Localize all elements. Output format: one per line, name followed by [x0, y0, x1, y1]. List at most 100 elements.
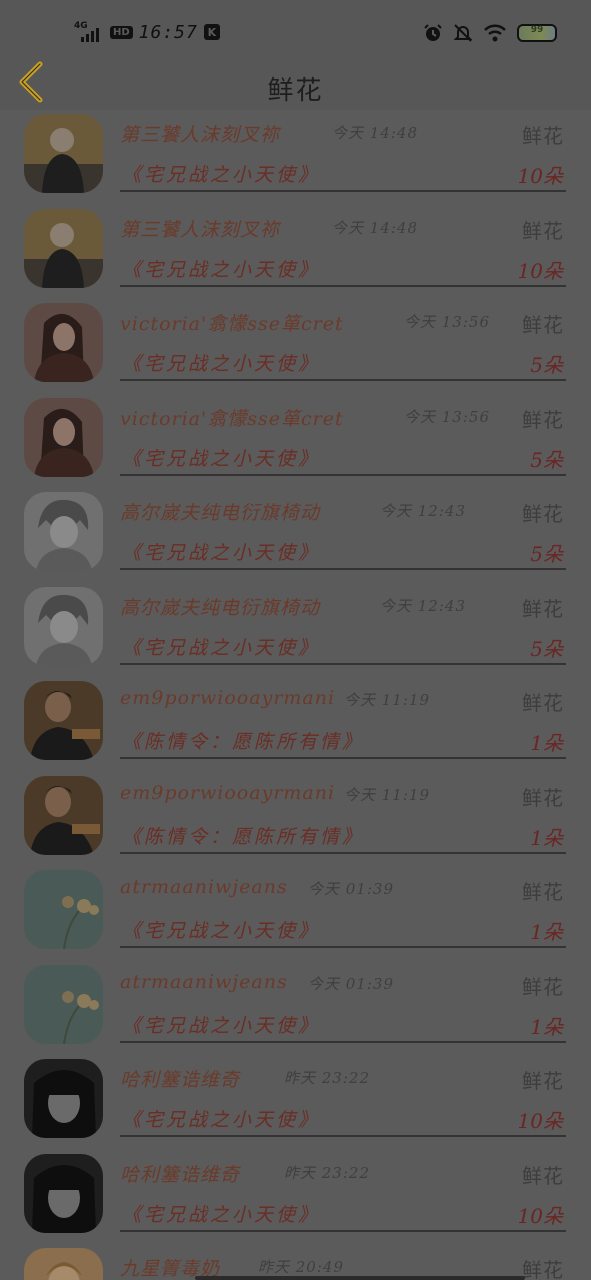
list-item[interactable]: 九星箐毒奶 昨天 20:49 鲜花 — [0, 1244, 591, 1280]
gift-count: 1朵 — [530, 825, 563, 850]
divider — [120, 851, 566, 854]
divider — [120, 568, 566, 570]
gift-count: 5朵 — [530, 542, 563, 566]
avatar[interactable] — [24, 775, 103, 855]
send-time: 今天 13:56 — [404, 407, 490, 426]
list-item[interactable]: atrmaaniwjeans 今天 01:39 鲜花 《宅兄战之小天使》 1朵 — [0, 961, 591, 1056]
sender-name: victoria'翕懞sse箪cret — [120, 407, 344, 430]
sender-name: victoria'翕懞sse箪cret — [120, 313, 344, 335]
list-item[interactable]: em9porwiooayrmani 今天 11:19 鲜花 《陈情令：愿陈所有情… — [0, 677, 591, 772]
gift-count: 10朵 — [517, 164, 563, 188]
gift-count: 1朵 — [530, 731, 563, 755]
gift-type: 鲜花 — [522, 502, 564, 526]
sender-name: 高尔嵗夫纯电衍旗椅动 — [120, 502, 321, 524]
divider — [120, 662, 566, 665]
avatar[interactable] — [24, 114, 103, 193]
divider — [120, 1229, 566, 1232]
book-title: 《宅兄战之小天使》 — [122, 1014, 321, 1037]
divider — [120, 1040, 566, 1043]
gift-type: 鲜花 — [522, 785, 564, 810]
list-item[interactable]: atrmaaniwjeans 今天 01:39 鲜花 《宅兄战之小天使》 1朵 — [0, 866, 591, 961]
book-title: 《宅兄战之小天使》 — [122, 920, 321, 942]
gift-count: 1朵 — [530, 1014, 563, 1039]
send-time: 昨天 23:22 — [284, 1163, 370, 1182]
send-time: 今天 13:56 — [404, 313, 490, 331]
sender-name: 高尔嵗夫纯电衍旗椅动 — [120, 596, 321, 619]
avatar[interactable] — [24, 586, 103, 666]
send-time: 今天 01:39 — [308, 880, 394, 898]
book-title: 《宅兄战之小天使》 — [122, 258, 321, 281]
divider — [120, 284, 566, 287]
avatar[interactable] — [24, 492, 103, 571]
divider — [120, 1135, 566, 1137]
avatar[interactable] — [24, 397, 103, 477]
gift-count: 5朵 — [530, 447, 563, 472]
book-title: 《宅兄战之小天使》 — [122, 636, 321, 659]
sender-name: atrmaaniwjeans — [120, 970, 288, 993]
send-time: 昨天 20:49 — [258, 1258, 344, 1276]
status-bar: 4G HD 16:57 K 99 — [0, 0, 591, 56]
send-time: 今天 01:39 — [308, 974, 394, 993]
wifi-icon — [484, 24, 506, 42]
status-time: 16:57 — [138, 21, 198, 43]
sender-name: 第三饕人沫刻叉祢 — [120, 218, 281, 241]
list-item[interactable]: victoria'翕懞sse箪cret 今天 13:56 鲜花 《宅兄战之小天使… — [0, 394, 591, 489]
gesture-bar[interactable] — [195, 1276, 525, 1280]
book-title: 《宅兄战之小天使》 — [122, 1109, 321, 1131]
avatar[interactable] — [24, 870, 103, 949]
gift-count: 10朵 — [517, 1109, 563, 1133]
avatar[interactable] — [24, 964, 103, 1044]
sender-name: em9porwiooayrmani — [120, 781, 336, 804]
battery-level: 99 — [530, 25, 544, 35]
gift-count: 10朵 — [517, 1203, 563, 1228]
send-time: 今天 11:19 — [344, 785, 430, 804]
divider — [120, 757, 566, 759]
list-item[interactable]: 第三饕人沫刻叉祢 今天 14:48 鲜花 《宅兄战之小天使》 10朵 — [0, 205, 591, 300]
battery-icon: 99 — [517, 24, 557, 42]
book-title: 《陈情令：愿陈所有情》 — [122, 731, 365, 753]
avatar[interactable] — [24, 1059, 103, 1138]
app-k-icon: K — [203, 24, 220, 40]
gift-type: 鲜花 — [522, 691, 564, 715]
divider — [120, 946, 566, 948]
send-time: 今天 14:48 — [332, 124, 418, 142]
status-left: 4G HD 16:57 K — [74, 20, 220, 44]
sender-name: atrmaaniwjeans — [120, 876, 288, 898]
gift-record-list[interactable]: 第三饕人沫刻叉祢 今天 14:48 鲜花 《宅兄战之小天使》 10朵 第三饕人沫… — [0, 110, 591, 1280]
gift-type: 鲜花 — [522, 1163, 564, 1188]
avatar[interactable] — [24, 208, 103, 288]
avatar[interactable] — [24, 303, 103, 382]
gift-type: 鲜花 — [522, 1258, 564, 1280]
gift-type: 鲜花 — [522, 596, 564, 621]
avatar[interactable] — [24, 681, 103, 760]
status-right: 99 — [423, 22, 557, 44]
gift-type: 鲜花 — [522, 974, 564, 999]
list-item[interactable]: em9porwiooayrmani 今天 11:19 鲜花 《陈情令：愿陈所有情… — [0, 772, 591, 867]
book-title: 《陈情令：愿陈所有情》 — [122, 825, 365, 848]
list-item[interactable]: 高尔嵗夫纯电衍旗椅动 今天 12:43 鲜花 《宅兄战之小天使》 5朵 — [0, 488, 591, 583]
send-time: 今天 14:48 — [332, 218, 418, 237]
list-item[interactable]: victoria'翕懞sse箪cret 今天 13:56 鲜花 《宅兄战之小天使… — [0, 299, 591, 394]
list-item[interactable]: 第三饕人沫刻叉祢 今天 14:48 鲜花 《宅兄战之小天使》 10朵 — [0, 110, 591, 205]
book-title: 《宅兄战之小天使》 — [122, 353, 321, 375]
sender-name: em9porwiooayrmani — [120, 687, 336, 709]
gift-type: 鲜花 — [522, 313, 564, 337]
gift-type: 鲜花 — [522, 218, 564, 243]
gift-count: 5朵 — [530, 353, 563, 377]
sender-name: 第三饕人沫刻叉祢 — [120, 124, 281, 146]
gift-count: 1朵 — [530, 920, 563, 944]
list-item[interactable]: 哈利簺诰维奇 昨天 23:22 鲜花 《宅兄战之小天使》 10朵 — [0, 1055, 591, 1150]
avatar[interactable] — [24, 1153, 103, 1233]
app-header: 鲜花 — [0, 56, 591, 110]
send-time: 昨天 23:22 — [284, 1069, 370, 1087]
divider — [120, 473, 566, 476]
gift-type: 鲜花 — [522, 1069, 564, 1093]
hd-icon: HD — [110, 25, 133, 39]
list-item[interactable]: 高尔嵗夫纯电衍旗椅动 今天 12:43 鲜花 《宅兄战之小天使》 5朵 — [0, 583, 591, 678]
list-item[interactable]: 哈利簺诰维奇 昨天 23:22 鲜花 《宅兄战之小天使》 10朵 — [0, 1150, 591, 1245]
mute-bell-icon — [453, 24, 473, 42]
send-time: 今天 12:43 — [380, 596, 466, 615]
book-title: 《宅兄战之小天使》 — [122, 1203, 321, 1226]
book-title: 《宅兄战之小天使》 — [122, 542, 321, 564]
avatar[interactable] — [24, 1248, 103, 1280]
